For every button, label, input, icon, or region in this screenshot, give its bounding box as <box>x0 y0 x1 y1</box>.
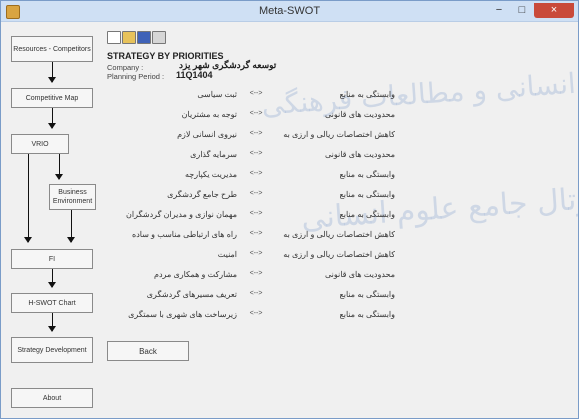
strategy-left-factor: ثبت سیاسی <box>197 90 237 99</box>
new-icon[interactable] <box>107 31 121 44</box>
strategy-right-factor: وابستگی به منابع <box>339 170 395 179</box>
strategy-right-factor: کاهش اختصاصات ریالی و ارزی به <box>283 130 395 139</box>
strategy-left-factor: زیرساخت های شهری با سمتگری <box>128 310 237 319</box>
close-button[interactable]: × <box>534 3 574 18</box>
app-window: Meta-SWOT − □ × پژوهشگاه علوم انسانی و م… <box>0 0 579 419</box>
strategy-left-factor: مهمان نوازی و مدیران گردشگران <box>125 210 237 219</box>
strategy-left-factor: نیروی انسانی لازم <box>177 130 237 139</box>
strategy-link: <--> <box>249 150 263 157</box>
flow-arrow <box>48 62 56 83</box>
strategy-link: <--> <box>249 310 263 317</box>
nav-fi-button[interactable]: FI <box>11 249 93 269</box>
planning-period-label: Planning Period : <box>107 72 165 81</box>
strategy-row: سرمایه گذاری <--> محدودیت های قانونی <box>107 150 395 164</box>
strategy-row: زیرساخت های شهری با سمتگری <--> وابستگی … <box>107 310 395 324</box>
strategy-left-factor: امنیت <box>217 250 237 259</box>
strategy-link: <--> <box>249 290 263 297</box>
strategy-left-factor: تعریف مسیرهای گردشگری <box>146 290 237 299</box>
strategy-row: مدیریت یکپارچه <--> وابستگی به منابع <box>107 170 395 184</box>
strategy-row: مشارکت و همکاری مردم <--> محدودیت های قا… <box>107 270 395 284</box>
nav-resources-competitors-button[interactable]: Resources - Competitors <box>11 36 93 62</box>
strategy-left-factor: مدیریت یکپارچه <box>184 170 237 179</box>
flow-arrow <box>67 210 75 243</box>
nav-strategy-development-button[interactable]: Strategy Development <box>11 337 93 363</box>
strategy-link: <--> <box>249 90 263 97</box>
strategy-link: <--> <box>249 270 263 277</box>
open-icon[interactable] <box>122 31 136 44</box>
strategy-right-factor: وابستگی به منابع <box>339 190 395 199</box>
nav-about-button[interactable]: About <box>11 388 93 408</box>
strategy-left-factor: سرمایه گذاری <box>190 150 237 159</box>
strategy-row: راه های ارتباطی مناسب و ساده <--> کاهش ا… <box>107 230 395 244</box>
strategy-row: ثبت سیاسی <--> وابستگی به منابع <box>107 90 395 104</box>
watermark-line-2: پرتال جامع علوم انسانی <box>300 180 579 237</box>
nav-competitive-map-button[interactable]: Competitive Map <box>11 88 93 108</box>
flow-arrow <box>48 313 56 332</box>
strategy-link: <--> <box>249 210 263 217</box>
strategy-link: <--> <box>249 170 263 177</box>
strategy-row: امنیت <--> کاهش اختصاصات ریالی و ارزی به <box>107 250 395 264</box>
maximize-button[interactable]: □ <box>511 3 533 18</box>
strategy-row: توجه به مشتریان <--> محدودیت های قانونی <box>107 110 395 124</box>
flow-arrow <box>24 154 32 243</box>
strategy-row: مهمان نوازی و مدیران گردشگران <--> وابست… <box>107 210 395 224</box>
strategy-left-factor: مشارکت و همکاری مردم <box>154 270 237 279</box>
sidebar: Resources - Competitors Competitive Map … <box>11 31 96 409</box>
nav-business-environment-button[interactable]: Business Environment <box>49 184 96 210</box>
back-button[interactable]: Back <box>107 341 189 361</box>
flow-arrow <box>55 154 63 180</box>
save-icon[interactable] <box>137 31 151 44</box>
flow-arrow <box>48 269 56 288</box>
strategy-left-factor: طرح جامع گردشگری <box>167 190 237 199</box>
strategy-row: تعریف مسیرهای گردشگری <--> وابستگی به من… <box>107 290 395 304</box>
strategy-left-factor: توجه به مشتریان <box>181 110 237 119</box>
strategy-right-factor: محدودیت های قانونی <box>324 110 395 119</box>
nav-h-swot-chart-button[interactable]: H-SWOT Chart <box>11 293 93 313</box>
nav-vrio-button[interactable]: VRIO <box>11 134 69 154</box>
strategy-right-factor: وابستگی به منابع <box>339 290 395 299</box>
strategy-right-factor: محدودیت های قانونی <box>324 270 395 279</box>
strategy-right-factor: وابستگی به منابع <box>339 90 395 99</box>
strategy-link: <--> <box>249 110 263 117</box>
strategy-right-factor: کاهش اختصاصات ریالی و ارزی به <box>283 250 395 259</box>
strategy-link: <--> <box>249 250 263 257</box>
planning-period-value: 11Q1404 <box>176 70 213 80</box>
strategy-link: <--> <box>249 230 263 237</box>
strategy-link: <--> <box>249 190 263 197</box>
strategy-right-factor: وابستگی به منابع <box>339 310 395 319</box>
flow-arrow <box>48 108 56 129</box>
strategy-right-factor: وابستگی به منابع <box>339 210 395 219</box>
strategy-right-factor: کاهش اختصاصات ریالی و ارزی به <box>283 230 395 239</box>
strategy-link: <--> <box>249 130 263 137</box>
company-label: Company : <box>107 63 144 72</box>
strategy-row: نیروی انسانی لازم <--> کاهش اختصاصات ریا… <box>107 130 395 144</box>
strategy-left-factor: راه های ارتباطی مناسب و ساده <box>132 230 237 239</box>
strategy-row: طرح جامع گردشگری <--> وابستگی به منابع <box>107 190 395 204</box>
strategy-right-factor: محدودیت های قانونی <box>324 150 395 159</box>
minimize-button[interactable]: − <box>488 3 510 18</box>
title-bar[interactable]: Meta-SWOT − □ × <box>1 1 578 22</box>
print-icon[interactable] <box>152 31 166 44</box>
